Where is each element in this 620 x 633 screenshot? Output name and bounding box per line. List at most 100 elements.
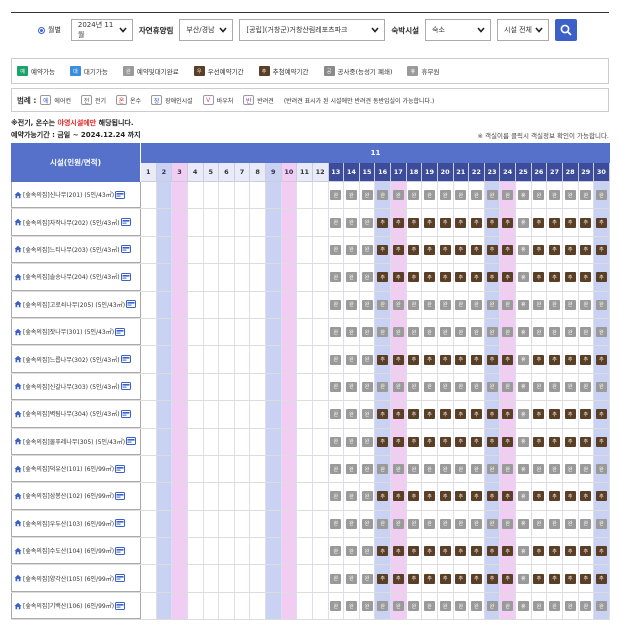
day-cell[interactable]: 완	[407, 291, 423, 318]
day-cell[interactable]: 추	[469, 483, 485, 510]
day-cell[interactable]: 추	[422, 346, 438, 373]
day-cell[interactable]: 추	[454, 236, 470, 264]
day-cell[interactable]: 추	[547, 346, 563, 373]
day-cell[interactable]: 추	[422, 209, 438, 236]
day-cell[interactable]: 추	[532, 236, 548, 264]
day-cell[interactable]: 완	[547, 373, 563, 401]
day-cell[interactable]: 추	[469, 428, 485, 455]
day-cell[interactable]: 휴	[516, 455, 532, 483]
day-cell[interactable]: 추	[375, 401, 391, 428]
day-cell[interactable]: 추	[532, 538, 548, 565]
day-cell[interactable]: 완	[329, 565, 345, 592]
day-cell[interactable]: 휴	[516, 401, 532, 428]
room-name-link[interactable]: [숲속의집]솔송나무(204) (5인/43㎡)	[11, 264, 141, 291]
day-cell[interactable]: 추	[563, 565, 579, 592]
day-cell[interactable]: 추	[500, 428, 516, 455]
day-cell[interactable]: 완	[594, 592, 610, 620]
day-cell[interactable]: 추	[469, 264, 485, 291]
day-cell[interactable]: 추	[594, 236, 610, 264]
day-cell[interactable]: 추	[594, 401, 610, 428]
day-cell[interactable]: 완	[532, 182, 548, 209]
day-cell[interactable]: 완	[407, 455, 423, 483]
day-cell[interactable]: 휴	[516, 565, 532, 592]
day-cell[interactable]: 추	[547, 264, 563, 291]
day-cell[interactable]: 완	[454, 291, 470, 318]
day-cell[interactable]: 완	[344, 291, 360, 318]
day-cell[interactable]: 완	[375, 182, 391, 209]
day-cell[interactable]: 완	[344, 236, 360, 264]
day-cell[interactable]: 추	[532, 209, 548, 236]
day-cell[interactable]: 추	[547, 236, 563, 264]
day-cell[interactable]: 추	[469, 236, 485, 264]
day-cell[interactable]: 완	[594, 318, 610, 346]
day-cell[interactable]: 추	[454, 565, 470, 592]
day-cell[interactable]: 추	[594, 483, 610, 510]
day-cell[interactable]: 완	[391, 592, 407, 620]
day-cell[interactable]: 추	[407, 538, 423, 565]
day-cell[interactable]: 추	[579, 483, 595, 510]
day-cell[interactable]: 완	[438, 373, 454, 401]
day-cell[interactable]: 추	[438, 538, 454, 565]
day-cell[interactable]: 완	[454, 373, 470, 401]
day-cell[interactable]: 추	[547, 401, 563, 428]
day-cell[interactable]: 추	[438, 483, 454, 510]
room-name-link[interactable]: [숲속의집]물푸레나무(305) (5인/43㎡)	[11, 428, 141, 455]
day-cell[interactable]: 완	[469, 510, 485, 538]
day-cell[interactable]: 완	[407, 182, 423, 209]
day-cell[interactable]: 완	[344, 318, 360, 346]
day-cell[interactable]: 추	[579, 346, 595, 373]
day-cell[interactable]: 추	[547, 483, 563, 510]
day-cell[interactable]: 완	[469, 455, 485, 483]
day-cell[interactable]: 추	[375, 346, 391, 373]
month-select[interactable]: 2024년 11월	[70, 19, 133, 41]
day-cell[interactable]: 추	[500, 483, 516, 510]
day-cell[interactable]: 완	[329, 455, 345, 483]
day-cell[interactable]: 추	[594, 565, 610, 592]
day-cell[interactable]: 추	[563, 209, 579, 236]
day-cell[interactable]: 완	[329, 428, 345, 455]
day-cell[interactable]: 완	[547, 455, 563, 483]
day-cell[interactable]: 완	[454, 455, 470, 483]
day-cell[interactable]: 완	[360, 291, 376, 318]
day-cell[interactable]: 완	[360, 428, 376, 455]
day-cell[interactable]: 추	[454, 264, 470, 291]
day-cell[interactable]: 완	[532, 291, 548, 318]
room-name-link[interactable]: [숲속의집]덕유산(101) (6인/99㎡)	[11, 455, 141, 483]
day-cell[interactable]: 추	[469, 401, 485, 428]
day-cell[interactable]: 추	[579, 209, 595, 236]
day-cell[interactable]: 완	[329, 401, 345, 428]
day-cell[interactable]: 완	[344, 182, 360, 209]
day-cell[interactable]: 추	[469, 209, 485, 236]
day-cell[interactable]: 추	[391, 428, 407, 455]
day-cell[interactable]: 완	[500, 373, 516, 401]
day-cell[interactable]: 완	[563, 592, 579, 620]
day-cell[interactable]: 완	[563, 182, 579, 209]
day-cell[interactable]: 완	[532, 455, 548, 483]
day-cell[interactable]: 완	[438, 455, 454, 483]
day-cell[interactable]: 완	[344, 483, 360, 510]
day-cell[interactable]: 추	[563, 483, 579, 510]
day-cell[interactable]: 휴	[516, 373, 532, 401]
day-cell[interactable]: 휴	[516, 538, 532, 565]
day-cell[interactable]: 추	[500, 264, 516, 291]
day-cell[interactable]: 완	[422, 592, 438, 620]
day-cell[interactable]: 추	[375, 565, 391, 592]
day-cell[interactable]: 완	[375, 455, 391, 483]
day-cell[interactable]: 추	[454, 209, 470, 236]
day-cell[interactable]: 완	[454, 182, 470, 209]
day-cell[interactable]: 휴	[516, 209, 532, 236]
day-cell[interactable]: 추	[469, 565, 485, 592]
day-cell[interactable]: 추	[407, 565, 423, 592]
day-cell[interactable]: 휴	[516, 264, 532, 291]
day-cell[interactable]: 추	[579, 565, 595, 592]
day-cell[interactable]: 추	[500, 209, 516, 236]
room-name-link[interactable]: [숲속의집]자작나무(202) (5인/43㎡)	[11, 209, 141, 236]
day-cell[interactable]: 완	[594, 291, 610, 318]
day-cell[interactable]: 완	[484, 373, 501, 401]
day-cell[interactable]: 추	[422, 538, 438, 565]
day-cell[interactable]: 완	[484, 318, 501, 346]
day-cell[interactable]: 추	[438, 209, 454, 236]
day-cell[interactable]: 완	[344, 264, 360, 291]
monthly-radio[interactable]: 월별	[38, 25, 61, 35]
day-cell[interactable]: 추	[375, 483, 391, 510]
